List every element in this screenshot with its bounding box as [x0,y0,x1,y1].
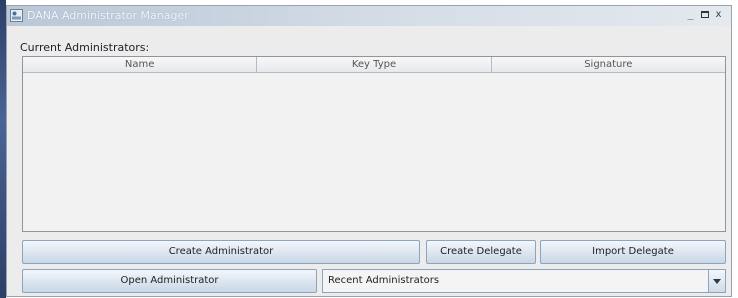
column-header-signature[interactable]: Signature [492,57,725,72]
minimize-icon[interactable]: _ [684,9,697,21]
close-icon[interactable]: x [712,9,725,21]
column-header-key-type[interactable]: Key Type [257,57,492,72]
maximize-icon[interactable] [698,9,711,21]
dropdown-arrow-button[interactable] [708,270,725,292]
create-delegate-button[interactable]: Create Delegate [426,240,536,264]
title-bar[interactable]: DANA Administrator Manager _ x [7,6,731,26]
window-controls: _ x [684,9,725,21]
create-administrator-button[interactable]: Create Administrator [22,240,420,264]
table-header: Name Key Type Signature [23,57,725,73]
open-administrator-button[interactable]: Open Administrator [22,269,317,293]
admin-manager-window: DANA Administrator Manager _ x Current A… [6,5,732,297]
app-icon [10,9,23,22]
chevron-down-icon [713,279,721,284]
administrators-table[interactable]: Name Key Type Signature [22,56,726,232]
recent-administrators-value: Recent Administrators [328,275,440,286]
current-administrators-label: Current Administrators: [20,41,150,54]
column-header-name[interactable]: Name [23,57,258,72]
recent-administrators-dropdown[interactable]: Recent Administrators [322,269,726,293]
window-title: DANA Administrator Manager [27,9,189,22]
import-delegate-button[interactable]: Import Delegate [540,240,726,264]
